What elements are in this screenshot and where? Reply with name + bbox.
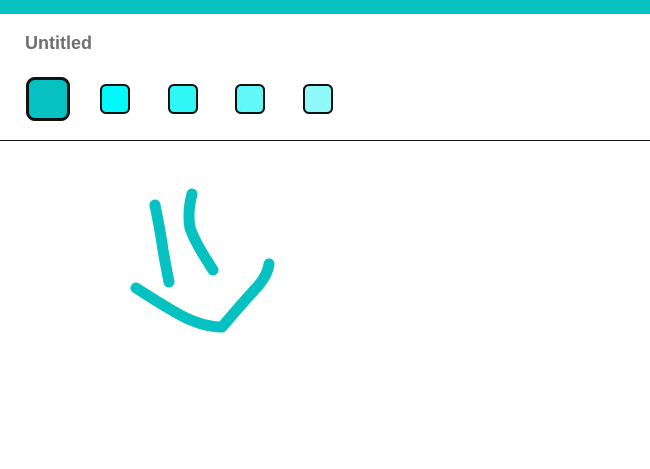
drawn-stroke-2 [183,188,219,276]
canvas-strokes [130,188,275,333]
drawn-stroke-1 [149,199,175,288]
document-title[interactable]: Untitled [25,33,92,53]
color-swatch-1[interactable] [26,77,70,121]
top-accent-bar [0,0,650,14]
drawn-stroke-3 [130,258,275,333]
color-swatch-5[interactable] [303,84,333,114]
drawing-app: Untitled [0,0,650,469]
drawing-canvas[interactable] [0,141,650,469]
color-swatch-4[interactable] [235,84,265,114]
color-swatch-3[interactable] [168,84,198,114]
color-swatch-2[interactable] [100,84,130,114]
